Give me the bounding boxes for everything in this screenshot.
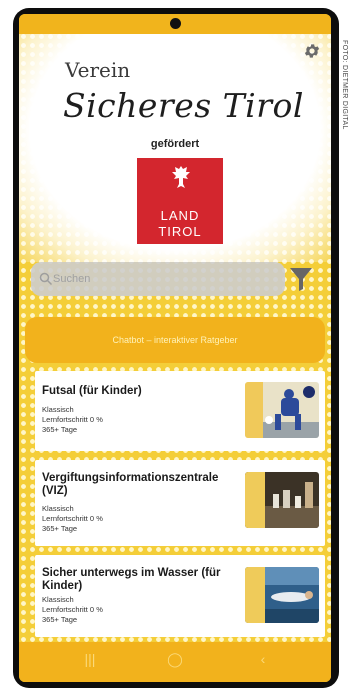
photo-credit: FOTO: DIETMER DIGITAL <box>341 40 348 130</box>
card-progress: Lernfortschritt 0 % <box>42 514 103 523</box>
search-placeholder: Suchen <box>53 273 91 285</box>
status-bar <box>19 14 331 34</box>
card-title: Sicher unterwegs im Wasser (für Kinder) <box>42 567 221 592</box>
card-image-futsal <box>245 382 319 438</box>
card-title: Vergiftungsinformationszentrale (VIZ) <box>42 472 219 497</box>
recents-button[interactable]: ||| <box>75 651 105 667</box>
card-progress: Lernfortschritt 0 % <box>42 605 103 614</box>
card-progress: Lernfortschritt 0 % <box>42 415 103 424</box>
card-type: Klassisch <box>42 504 74 513</box>
search-icon <box>39 272 53 286</box>
system-navigation-bar: ||| ◯ ‹ <box>19 642 331 682</box>
settings-button[interactable] <box>303 42 321 60</box>
card-duration: 365+ Tage <box>42 615 78 624</box>
filter-icon <box>290 268 312 291</box>
course-card-futsal[interactable]: Futsal (für Kinder) Klassisch Lernfortsc… <box>35 371 325 451</box>
verein-label: Verein <box>65 58 131 82</box>
logo-line-tirol: TIROL <box>158 224 202 239</box>
card-type: Klassisch <box>42 595 74 604</box>
eagle-icon <box>172 166 190 188</box>
card-duration: 365+ Tage <box>42 425 78 434</box>
card-title: Futsal (für Kinder) <box>42 385 142 397</box>
app-screen: Verein Sicheres Tirol gefördert LAND TIR… <box>19 14 331 682</box>
funded-label: gefördert <box>150 138 200 150</box>
course-card-water[interactable]: Sicher unterwegs im Wasser (für Kinder) … <box>35 555 325 637</box>
back-button[interactable]: ‹ <box>248 651 278 667</box>
card-image-viz <box>245 472 319 528</box>
course-card-viz[interactable]: Vergiftungsinformationszentrale (VIZ) Kl… <box>35 460 325 546</box>
land-tirol-logo: LAND TIROL <box>137 158 223 244</box>
camera-notch <box>170 18 181 29</box>
filter-button[interactable] <box>289 266 313 292</box>
search-input[interactable]: Suchen <box>31 262 285 296</box>
gear-icon <box>304 44 320 58</box>
home-button[interactable]: ◯ <box>160 651 190 668</box>
card-type: Klassisch <box>42 405 74 414</box>
card-duration: 365+ Tage <box>42 524 78 533</box>
card-image-water <box>245 567 319 623</box>
page-title: Sicheres Tirol <box>63 86 304 125</box>
logo-line-land: LAND <box>160 208 200 223</box>
chatbot-advisor-button[interactable]: Chatbot – interaktiver Ratgeber <box>25 317 325 363</box>
